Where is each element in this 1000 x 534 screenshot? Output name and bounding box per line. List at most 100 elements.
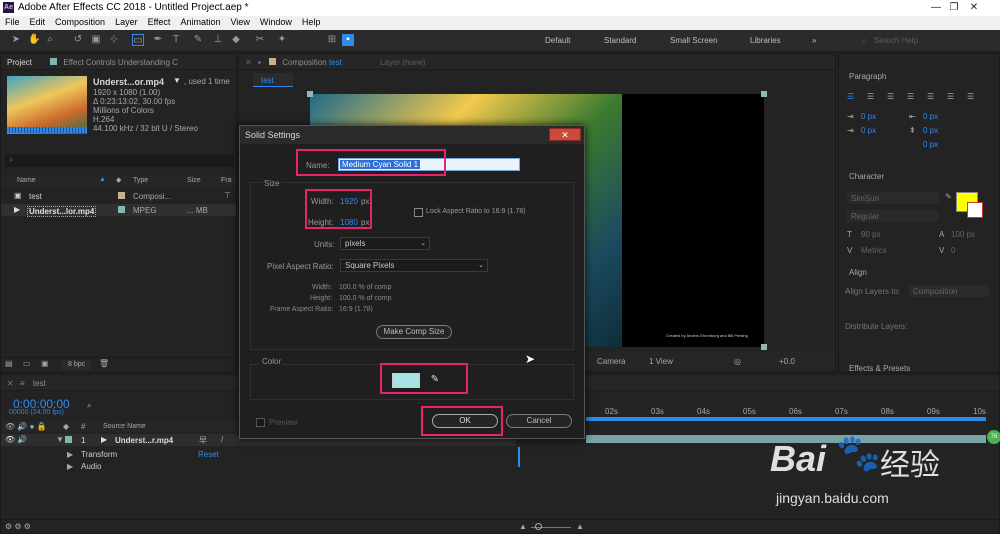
zoom-slider-handle[interactable] — [535, 523, 542, 530]
tab-effect-controls[interactable]: Effect Controls Understanding C — [63, 58, 178, 67]
layer-handle[interactable] — [761, 344, 767, 350]
close-timeline-icon[interactable]: ✕ — [7, 379, 14, 388]
col-type[interactable]: Type — [133, 177, 148, 184]
align-to-dropdown[interactable]: Composition — [909, 285, 989, 297]
menu-composition[interactable]: Composition — [50, 16, 110, 27]
menu-help[interactable]: Help — [297, 16, 326, 27]
align-left-icon[interactable]: ☰ — [847, 92, 854, 101]
tracking-value[interactable]: 0 — [951, 246, 955, 255]
more-workspaces-icon[interactable]: » — [812, 36, 816, 45]
brush-tool-icon[interactable]: ✎ — [192, 34, 204, 46]
menu-file[interactable]: File — [0, 16, 25, 27]
align-right-icon[interactable]: ☰ — [887, 92, 894, 101]
bit-depth-button[interactable]: 8 bpc — [68, 361, 85, 368]
project-search-input[interactable]: ⌕ — [5, 154, 234, 167]
workspace-default[interactable]: Default — [545, 36, 570, 45]
eyedropper-icon[interactable]: ✎ — [945, 192, 952, 201]
menu-animation[interactable]: Animation — [175, 16, 225, 27]
toggle-switches-icon[interactable]: ⚙ ⚙ ⚙ — [5, 522, 31, 531]
audio-group[interactable]: Audio — [81, 462, 101, 471]
close-tab-icon[interactable]: ✕ — [245, 58, 252, 67]
transform-reset-link[interactable]: Reset — [198, 450, 219, 459]
leading-value[interactable]: 100 px — [951, 230, 975, 239]
minimize-button[interactable]: — — [928, 1, 944, 14]
hand-tool-icon[interactable]: ✋ — [28, 34, 40, 46]
font-style-dropdown[interactable]: Regular — [847, 210, 939, 222]
rotate-tool-icon[interactable]: ↺ — [72, 34, 84, 46]
preview-checkbox[interactable] — [256, 418, 265, 427]
zoom-out-icon[interactable]: ▲ — [519, 522, 527, 531]
make-comp-size-button[interactable]: Make Comp Size — [376, 325, 452, 339]
exposure-value[interactable]: +0.0 — [779, 357, 795, 366]
justify-last-center-icon[interactable]: ☰ — [927, 92, 934, 101]
space-before-value[interactable]: 0 px — [923, 126, 938, 135]
menu-edit[interactable]: Edit — [25, 16, 51, 27]
clone-stamp-tool-icon[interactable]: ⊥ — [212, 34, 224, 46]
tab-composition-label[interactable]: Composition — [282, 58, 326, 67]
tab-project[interactable]: Project — [7, 58, 32, 67]
new-composition-icon[interactable]: ▣ — [41, 359, 49, 368]
dialog-close-button[interactable]: ✕ — [549, 128, 581, 141]
project-item-row[interactable]: ▣ test Composi... ⊤ — [1, 190, 236, 202]
menu-effect[interactable]: Effect — [143, 16, 176, 27]
indent-right-value[interactable]: 0 px — [923, 112, 938, 121]
cancel-button[interactable]: Cancel — [506, 414, 572, 428]
zoom-tool-icon[interactable]: ⌕ — [44, 34, 56, 46]
expand-transform-icon[interactable]: ▶ — [67, 450, 73, 459]
expand-audio-icon[interactable]: ▶ — [67, 462, 73, 471]
layer-handle[interactable] — [307, 91, 313, 97]
camera-tool-icon[interactable]: ▣ — [90, 34, 102, 46]
stroke-color-swatch[interactable] — [967, 202, 983, 218]
menu-window[interactable]: Window — [255, 16, 297, 27]
zoom-in-icon[interactable]: ▲ — [576, 522, 584, 531]
expand-layer-icon[interactable]: ▼ — [56, 435, 64, 444]
eraser-tool-icon[interactable]: ◆ — [230, 34, 242, 46]
layer-handle[interactable] — [761, 91, 767, 97]
justify-all-icon[interactable]: ☰ — [967, 92, 974, 101]
col-size[interactable]: Size — [187, 177, 201, 184]
quality-switch-icon[interactable]: / — [221, 435, 223, 444]
col-frame[interactable]: Fra — [221, 177, 232, 184]
timeline-tab[interactable]: test — [33, 379, 46, 388]
layer-visibility-icon[interactable]: 👁 🔊 — [5, 435, 27, 444]
view-layout-dropdown[interactable]: 1 View — [649, 357, 673, 366]
align-center-icon[interactable]: ☰ — [867, 92, 874, 101]
menu-view[interactable]: View — [225, 16, 254, 27]
close-window-button[interactable]: ✕ — [966, 1, 982, 14]
sort-ascending-icon[interactable]: ▲ — [99, 176, 106, 183]
menu-layer[interactable]: Layer — [110, 16, 143, 27]
rectangle-tool-icon[interactable]: ▭ — [132, 34, 144, 46]
timeline-search-icon[interactable]: ⌕ — [87, 401, 91, 411]
work-area-bar[interactable] — [586, 417, 986, 421]
footage-menu-icon[interactable]: ▼ — [173, 76, 181, 85]
reset-exposure-icon[interactable]: ◎ — [734, 357, 741, 366]
units-dropdown[interactable]: pixels ⌄ — [340, 237, 430, 250]
workspace-small-screen[interactable]: Small Screen — [670, 36, 718, 45]
transform-group[interactable]: Transform — [81, 450, 117, 459]
source-name-col[interactable]: Source Name — [103, 423, 146, 430]
puppet-tool-icon[interactable]: ✦ — [276, 34, 288, 46]
workspace-standard[interactable]: Standard — [604, 36, 636, 45]
snapping-icon[interactable]: ⊞ — [326, 34, 338, 46]
project-item-row[interactable]: ▶ Underst...lor.mp4 MPEG ... MB — [1, 204, 236, 217]
restore-button[interactable]: ❐ — [946, 1, 962, 14]
col-name[interactable]: Name — [17, 177, 36, 184]
comp-subtab[interactable]: test — [253, 73, 293, 87]
justify-last-left-icon[interactable]: ☰ — [907, 92, 914, 101]
tab-layer[interactable]: Layer (none) — [380, 58, 425, 67]
current-time-indicator[interactable] — [518, 447, 520, 467]
shy-switch-icon[interactable]: 早 — [199, 435, 207, 446]
roto-brush-tool-icon[interactable]: ✂ — [254, 34, 266, 46]
interpret-footage-icon[interactable]: ▤ — [5, 359, 13, 368]
font-family-dropdown[interactable]: SimSun — [847, 192, 939, 204]
kerning-value[interactable]: Metrics — [861, 246, 887, 255]
trash-icon[interactable]: 🗑 — [99, 359, 109, 368]
lock-aspect-checkbox[interactable] — [414, 208, 423, 217]
space-after-value[interactable]: 0 px — [923, 140, 938, 149]
type-tool-icon[interactable]: T — [170, 34, 182, 46]
indent-left-value[interactable]: 0 px — [861, 112, 876, 121]
pan-behind-tool-icon[interactable]: ⊹ — [108, 34, 120, 46]
search-help-input[interactable]: Search Help — [874, 36, 918, 45]
pen-tool-icon[interactable]: ✒ — [152, 34, 164, 46]
tab-composition-name[interactable]: test — [329, 58, 342, 67]
